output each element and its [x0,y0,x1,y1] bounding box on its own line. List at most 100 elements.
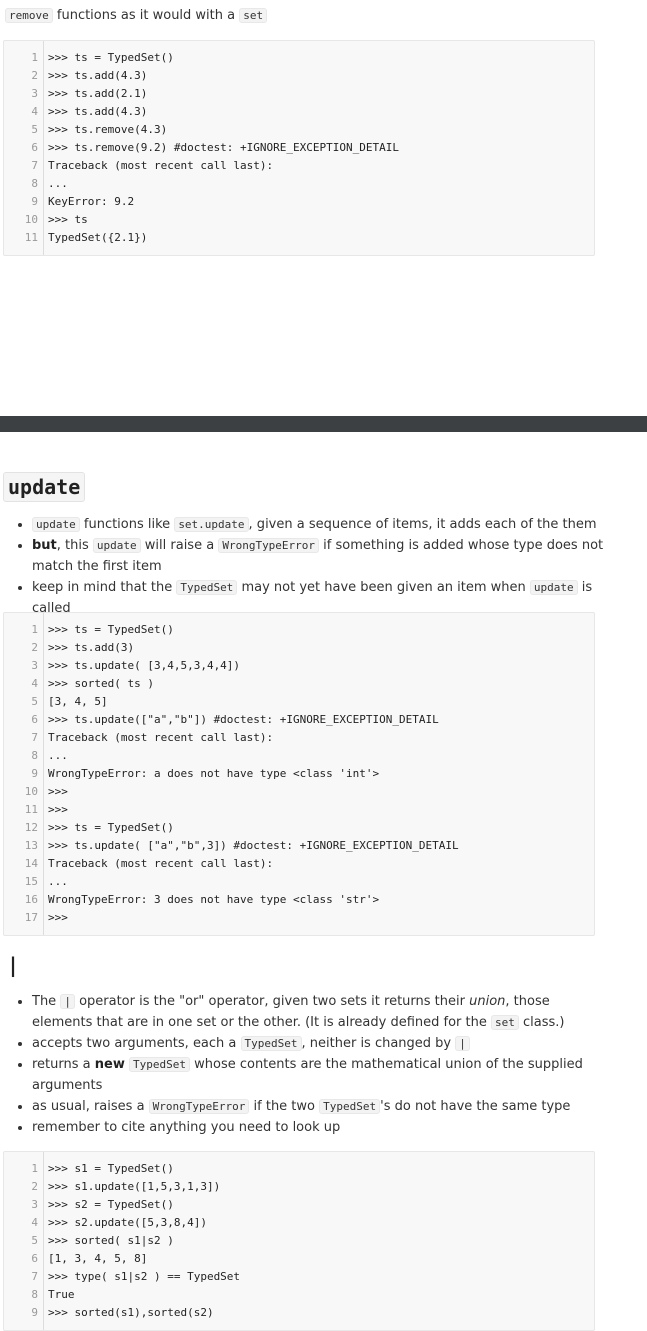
section-divider [0,416,647,432]
code-line: 9 >>> sorted(s1),sorted(s2) [4,1304,594,1322]
code-text: >>> ts.add(4.3) [48,69,148,82]
code-text: >>> [48,911,68,924]
inline-code: set [490,1015,519,1030]
line-number: 2 [31,641,38,654]
code-text: ... [48,749,68,762]
code-text: >>> s2 = TypedSet() [48,1198,174,1211]
code-line: 17 >>> [4,909,594,927]
code-text: >>> sorted( s1|s2 ) [48,1234,174,1247]
code-text: >>> s1 = TypedSet() [48,1162,174,1175]
line-number: 2 [31,1180,38,1193]
text-span: as usual, raises a [32,1099,149,1114]
code-text: >>> s2.update([5,3,8,4]) [48,1216,207,1229]
inline-code: update [92,538,141,553]
line-number: 2 [31,69,38,82]
text-span: , given a sequence of items, it adds eac… [248,517,597,532]
code-text: >>> ts.add(3) [48,641,135,654]
text-span: accepts two arguments, each a [32,1036,241,1051]
code-text: Traceback (most recent call last): [48,159,274,172]
heading-union: | [7,953,20,977]
text-span: will raise a [140,538,219,553]
code-line: 4 >>> s2.update([5,3,8,4]) [4,1214,594,1232]
line-number: 15 [24,875,38,888]
code-line: 7 Traceback (most recent call last): [4,729,594,747]
code-line: 6 >>> ts.update(["a","b"]) #doctest: +IGN… [4,711,594,729]
code-text: >>> ts.remove(9.2) #doctest: +IGNORE_EXC… [48,141,399,154]
line-number: 4 [31,677,38,690]
code-line: 9 WrongTypeError: a does not have type <c… [4,765,594,783]
inline-code: TypedSet [176,580,238,595]
inline-code: set.update [174,517,249,532]
intro-text-span: functions as it would with a [52,8,240,23]
inline-code: WrongTypeError [218,538,320,553]
code-text: >>> sorted( ts ) [48,677,154,690]
code-line: 5 >>> sorted( s1|s2 ) [4,1232,594,1250]
code-block-remove: 1 >>> ts = TypedSet() 2 >>> ts.add(4.3) 3 >>>… [3,40,595,256]
inline-code: update [32,517,80,532]
code-text: WrongTypeError: 3 does not have type <cl… [48,893,380,906]
code-text: >>> ts = TypedSet() [48,821,174,834]
code-text: >>> ts.remove(4.3) [48,123,168,136]
code-text: >>> ts.update( [3,4,5,3,4,4]) [48,659,241,672]
line-number: 9 [31,1306,38,1319]
line-number: 8 [31,177,38,190]
line-number: 1 [31,51,38,64]
code-line: 1 >>> s1 = TypedSet() [4,1160,594,1178]
italic-text: union [469,994,506,1009]
heading-update: update [3,472,86,502]
line-number: 7 [31,731,38,744]
line-number: 11 [24,231,38,244]
update-bullets: update functions like set.update, given … [0,514,612,619]
code-line: 13 >>> ts.update( ["a","b",3]) #doctest: … [4,837,594,855]
code-text: TypedSet({2.1}) [48,231,148,244]
code-line: 9 KeyError: 9.2 [4,193,594,211]
code-text: >>> s1.update([1,5,3,1,3]) [48,1180,221,1193]
list-item: returns a new TypedSet whose contents ar… [32,1054,612,1096]
code-line: 8... [4,175,594,193]
inline-code: WrongTypeError [148,1099,250,1114]
line-number: 13 [24,839,38,852]
inline-code: TypedSet [319,1099,381,1114]
code-text: >>> [48,803,68,816]
code-line: 10 >>> [4,783,594,801]
text-span: class.) [518,1015,565,1030]
code-text: >>> ts.add(2.1) [48,87,148,100]
code-text: WrongTypeError: a does not have type <cl… [48,767,380,780]
text-span: , this [56,538,93,553]
code-line: 6 [1, 3, 4, 5, 8] [4,1250,594,1268]
inline-code: TypedSet [240,1036,302,1051]
list-item: remember to cite anything you need to lo… [32,1117,612,1138]
list-item: as usual, raises a WrongTypeError if the… [32,1096,612,1117]
code-line: 1 >>> ts = TypedSet() [4,49,594,67]
line-number: 7 [31,1270,38,1283]
line-number: 12 [24,821,38,834]
code-block-update: 1 >>> ts = TypedSet() 2 >>> ts.add(3) 3 >>> t… [3,612,595,936]
code-text: >>> ts.update(["a","b"]) #doctest: +IGNO… [48,713,439,726]
line-number: 6 [31,1252,38,1265]
bold-text: new [94,1057,125,1072]
text-span: , neither is changed by [301,1036,456,1051]
inline-code: update [529,580,578,595]
line-number: 6 [31,713,38,726]
line-number: 8 [31,749,38,762]
line-number: 10 [24,213,38,226]
code-block-union: 1 >>> s1 = TypedSet() 2 >>> s1.update([1,5,… [3,1151,595,1331]
code-text: ... [48,875,68,888]
code-text: >>> ts = TypedSet() [48,623,174,636]
inline-code: TypedSet [129,1057,190,1072]
code-line: 6 >>> ts.remove(9.2) #doctest: +IGNORE_EX… [4,139,594,157]
line-number: 1 [31,623,38,636]
code-line: 2 >>> ts.add(3) [4,639,594,657]
code-line: 4 >>> sorted( ts ) [4,675,594,693]
text-span: returns a [32,1057,95,1072]
line-number: 5 [31,695,38,708]
bold-text: but [32,538,57,553]
code-line: 5 [3, 4, 5] [4,693,594,711]
text-span: if the two [249,1099,320,1114]
text-span: 's do not have the same type [380,1099,571,1114]
code-line: 3 >>> s2 = TypedSet() [4,1196,594,1214]
code-line: 12 >>> ts = TypedSet() [4,819,594,837]
line-number: 10 [24,785,38,798]
line-number: 3 [31,87,38,100]
line-number: 7 [31,159,38,172]
